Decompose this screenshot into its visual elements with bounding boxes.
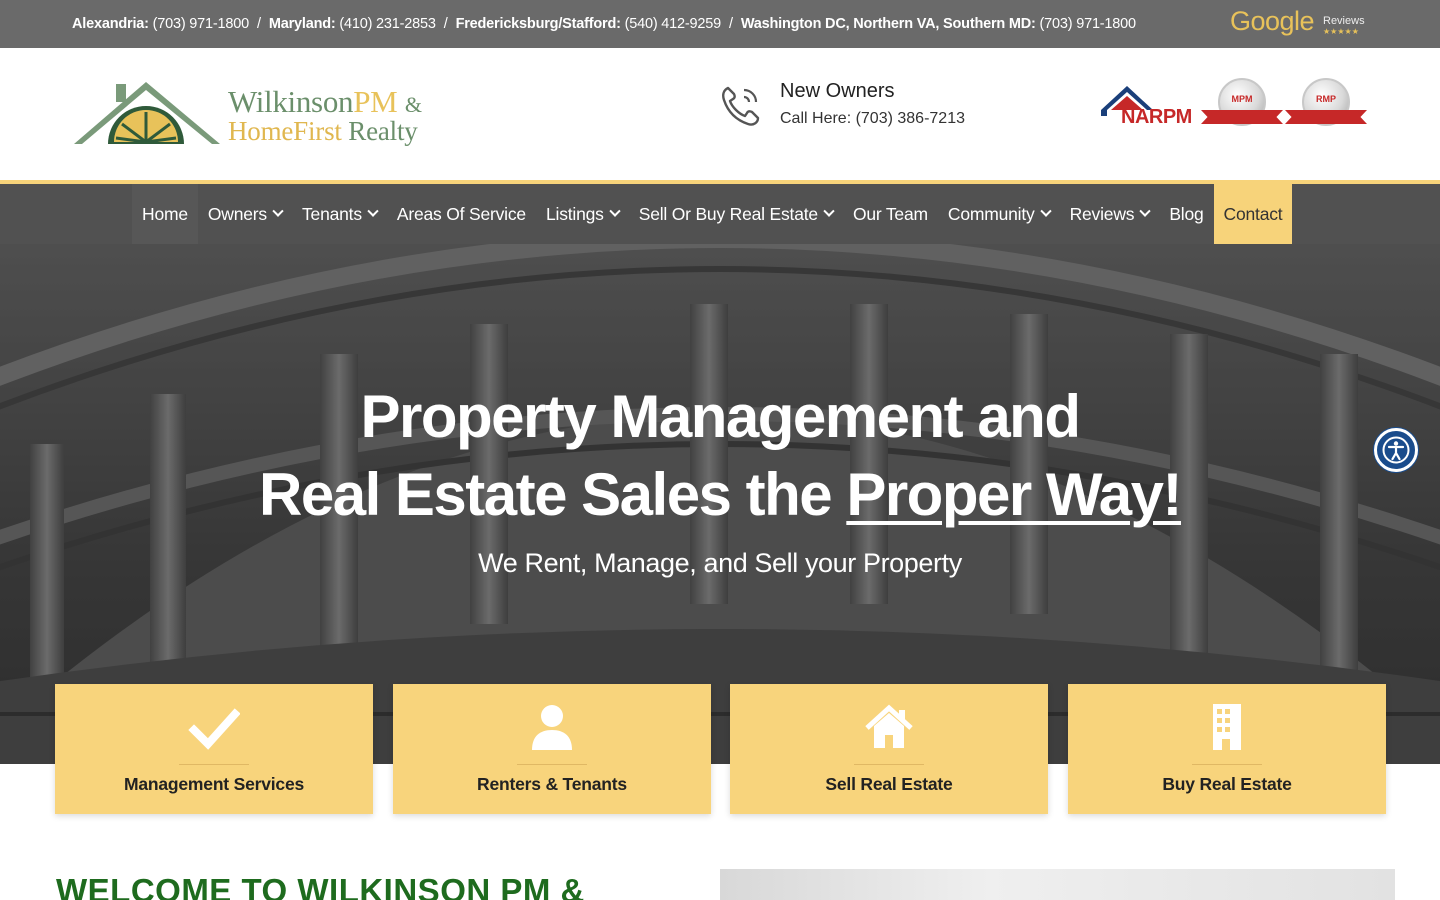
phone-icon: [722, 86, 760, 126]
card-divider: [179, 764, 249, 765]
nav-item-community[interactable]: Community: [938, 184, 1060, 244]
nav-item-owners[interactable]: Owners: [198, 184, 292, 244]
chevron-down-icon: [823, 205, 835, 217]
card-management-services[interactable]: Management Services: [55, 684, 373, 814]
nav-item-listings[interactable]: Listings: [536, 184, 629, 244]
nav-label: Our Team: [852, 203, 928, 224]
narpm-text: NARPM: [1121, 106, 1192, 128]
nav-label: Blog: [1169, 203, 1204, 224]
hero-title-emphasis: Proper Way!: [846, 461, 1182, 528]
nav-label: Owners: [207, 203, 267, 224]
phone-area-label: Maryland:: [268, 16, 336, 32]
nav-item-areas-of-service[interactable]: Areas Of Service: [387, 184, 536, 244]
seal-ribbon: [1285, 110, 1367, 124]
phone-number: (410) 231-2853: [339, 16, 436, 32]
separator: /: [443, 16, 448, 32]
logo-line-2: HomeFirst Realty: [228, 116, 418, 147]
nav-label: Listings: [545, 203, 604, 224]
nav-items: Home Owners Tenants Areas Of Service Lis…: [132, 184, 1293, 244]
person-icon: [393, 702, 711, 754]
phone-list: Alexandria: (703) 971-1800 / Maryland: (…: [72, 0, 1136, 48]
building-icon: [1068, 702, 1386, 754]
mpm-seal: MPM: [1201, 78, 1283, 130]
hero-subtitle: We Rent, Manage, and Sell your Property: [478, 548, 962, 578]
chevron-down-icon: [1039, 205, 1052, 217]
accessibility-button[interactable]: [1374, 428, 1418, 472]
chevron-down-icon: [272, 205, 284, 217]
home-icon: [730, 702, 1048, 754]
logo-text-pm: PM: [353, 84, 398, 119]
nav-label: Community: [947, 203, 1035, 224]
hero-title-text: Real Estate Sales the: [259, 461, 847, 528]
phone-washington-dc[interactable]: Washington DC, Northern VA, Southern MD:…: [741, 16, 1136, 32]
card-label: Renters & Tenants: [477, 774, 627, 794]
google-reviews-label: Reviews: [1323, 15, 1365, 27]
new-owners-title: New Owners: [780, 80, 895, 102]
hero-title-line-1: Property Management and: [360, 383, 1082, 450]
star-rating-icon: ★★★★★: [1323, 27, 1359, 36]
narpm-logo: NARPM: [1097, 78, 1197, 134]
top-bar: Alexandria: (703) 971-1800 / Maryland: (…: [0, 0, 1440, 48]
phone-maryland[interactable]: Maryland: (410) 231-2853: [269, 16, 436, 32]
new-owners-phone[interactable]: Call Here: (703) 386-7213: [780, 110, 965, 128]
nav-item-tenants[interactable]: Tenants: [292, 184, 387, 244]
phone-area-label: Fredericksburg/Stafford:: [455, 16, 621, 32]
checkmark-icon: [55, 702, 373, 754]
new-owners-contact[interactable]: New Owners Call Here: (703) 386-7213: [720, 78, 1000, 138]
phone-fredericksburg[interactable]: Fredericksburg/Stafford: (540) 412-9259: [455, 16, 722, 32]
hero-title-line-2: Real Estate Sales the Proper Way!: [0, 460, 1440, 529]
logo-text-wilkinson: Wilkinson: [228, 84, 354, 119]
main-nav: Home Owners Tenants Areas Of Service Lis…: [0, 184, 1440, 244]
nav-item-sell-or-buy[interactable]: Sell Or Buy Real Estate: [629, 184, 843, 244]
welcome-image: [720, 869, 1395, 900]
site-header: WilkinsonPM & HomeFirst Realty New Owner…: [0, 48, 1440, 180]
accessibility-icon: [1382, 436, 1410, 464]
nav-label: Tenants: [301, 203, 362, 224]
phone-area-label: Alexandria:: [72, 16, 149, 32]
nav-label: Areas Of Service: [396, 203, 526, 224]
card-divider: [1192, 764, 1262, 765]
chevron-down-icon: [367, 205, 379, 217]
nav-label: Contact: [1223, 203, 1283, 224]
logo-text-homefirst: HomeFirst: [228, 116, 342, 146]
phone-number: (540) 412-9259: [624, 16, 722, 32]
card-sell-real-estate[interactable]: Sell Real Estate: [730, 684, 1048, 814]
card-divider: [517, 764, 587, 765]
card-divider: [854, 764, 924, 765]
logo-text-amp: &: [404, 92, 422, 117]
separator: /: [728, 16, 733, 32]
card-buy-real-estate[interactable]: Buy Real Estate: [1068, 684, 1386, 814]
logo-text-realty: Realty: [348, 116, 418, 146]
card-label: Management Services: [123, 774, 305, 794]
nav-label: Sell Or Buy Real Estate: [638, 203, 818, 224]
house-logo-icon: [74, 82, 220, 144]
nav-label: Reviews: [1069, 203, 1135, 224]
phone-number: (703) 971-1800: [1039, 16, 1137, 32]
google-reviews-badge[interactable]: Google Reviews ★★★★★: [1230, 6, 1370, 42]
card-label: Buy Real Estate: [1162, 774, 1292, 794]
nav-label: Home: [142, 203, 188, 224]
phone-alexandria[interactable]: Alexandria: (703) 971-1800: [72, 16, 249, 32]
card-renters-tenants[interactable]: Renters & Tenants: [393, 684, 711, 814]
seal-text: RMP: [1316, 94, 1336, 104]
welcome-heading: WELCOME TO WILKINSON PM &: [56, 872, 585, 900]
separator: /: [256, 16, 261, 32]
chevron-down-icon: [1139, 205, 1151, 217]
chevron-down-icon: [609, 205, 621, 217]
seal-text: MPM: [1231, 94, 1253, 104]
certification-badges: NARPM MPM RMP: [1097, 78, 1372, 134]
site-logo[interactable]: WilkinsonPM & HomeFirst Realty: [72, 78, 452, 150]
nav-item-contact[interactable]: Contact: [1213, 184, 1293, 244]
phone-area-label: Washington DC, Northern VA, Southern MD:: [740, 16, 1036, 32]
nav-item-our-team[interactable]: Our Team: [843, 184, 938, 244]
logo-line-1: WilkinsonPM &: [228, 84, 422, 120]
card-label: Sell Real Estate: [825, 774, 953, 794]
rmp-seal: RMP: [1285, 78, 1367, 130]
nav-item-home[interactable]: Home: [132, 184, 198, 244]
seal-ribbon: [1201, 110, 1283, 124]
nav-item-blog[interactable]: Blog: [1159, 184, 1213, 244]
google-wordmark: Google: [1230, 6, 1315, 36]
nav-item-reviews[interactable]: Reviews: [1060, 184, 1160, 244]
phone-number: (703) 971-1800: [152, 16, 250, 32]
